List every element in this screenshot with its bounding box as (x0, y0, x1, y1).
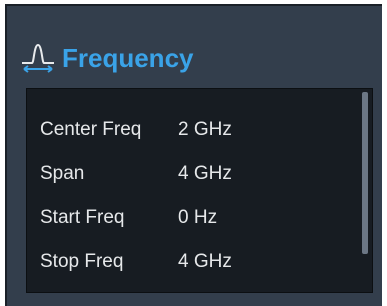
item-value: 0 Hz (178, 207, 218, 228)
spectrum-peak-icon (22, 43, 54, 73)
item-value: 2 GHz (178, 119, 232, 140)
list-item-start-freq[interactable]: Start Freq 0 Hz (40, 200, 298, 236)
item-value: 4 GHz (178, 163, 232, 184)
scrollbar-thumb[interactable] (362, 92, 368, 254)
item-label: Span (40, 163, 85, 184)
panel-title: Frequency (62, 42, 194, 73)
list-item-stop-freq[interactable]: Stop Freq 4 GHz (40, 244, 298, 280)
item-label: Center Freq (40, 119, 142, 140)
item-value: 4 GHz (178, 251, 232, 272)
list-item-span[interactable]: Span 4 GHz (40, 156, 298, 192)
list-item-center-freq[interactable]: Center Freq 2 GHz (40, 112, 298, 148)
item-label: Stop Freq (40, 251, 124, 272)
panel-header: Frequency (18, 38, 194, 78)
item-label: Start Freq (40, 207, 125, 228)
